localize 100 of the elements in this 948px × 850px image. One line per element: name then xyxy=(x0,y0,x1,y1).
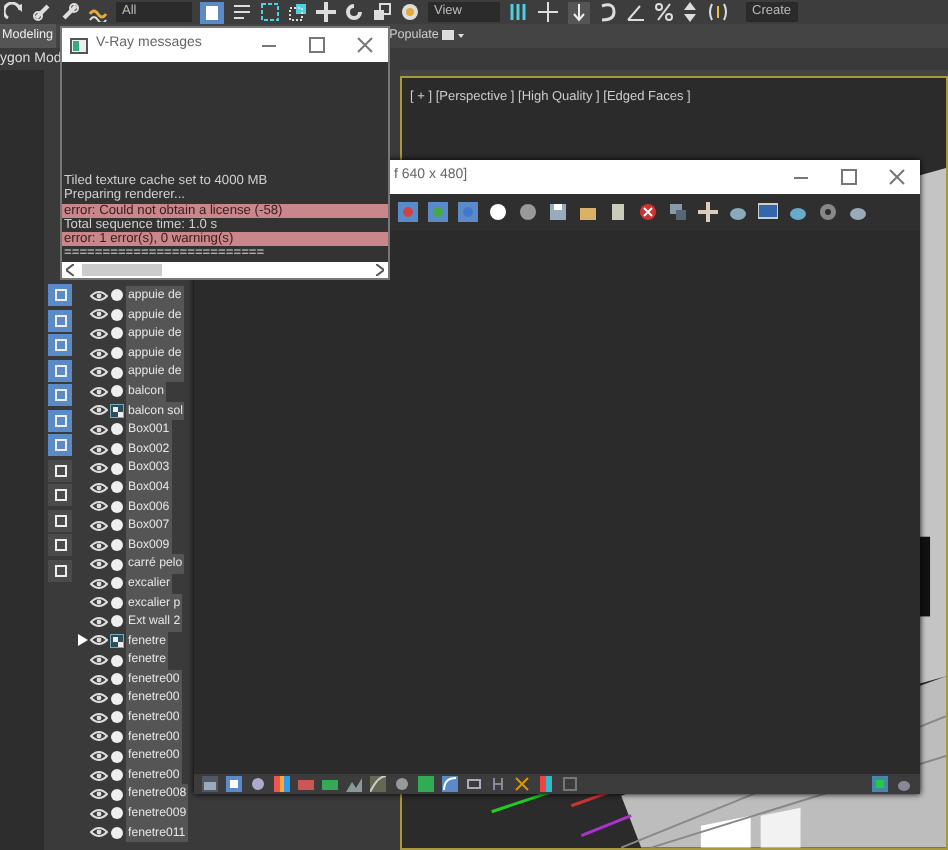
frame-icon[interactable] xyxy=(466,776,482,792)
eye-icon[interactable] xyxy=(90,826,108,839)
close-icon[interactable] xyxy=(887,168,905,186)
explorer-toggle-button[interactable] xyxy=(48,484,72,506)
explorer-toggle-button[interactable] xyxy=(48,559,72,581)
eye-icon[interactable] xyxy=(90,596,108,609)
eye-icon[interactable] xyxy=(90,769,108,782)
object-icon[interactable] xyxy=(110,825,124,840)
select-icon[interactable] xyxy=(200,1,224,23)
color-bar-icon[interactable] xyxy=(538,776,554,792)
object-icon[interactable] xyxy=(110,538,124,553)
eye-icon[interactable] xyxy=(90,634,108,647)
folder-icon[interactable] xyxy=(578,202,598,222)
eye-icon[interactable] xyxy=(90,462,108,475)
object-icon[interactable] xyxy=(110,787,124,802)
eye-icon[interactable] xyxy=(90,327,108,340)
group-icon[interactable] xyxy=(110,403,124,418)
region-icon[interactable] xyxy=(668,202,688,222)
explorer-toggle-button[interactable] xyxy=(48,509,72,531)
object-icon[interactable] xyxy=(110,326,124,341)
object-icon[interactable] xyxy=(110,749,124,764)
group-icon[interactable] xyxy=(110,633,124,648)
object-icon[interactable] xyxy=(110,307,124,322)
stop-icon[interactable] xyxy=(638,202,658,222)
color-bar-icon[interactable] xyxy=(274,776,290,792)
eye-icon[interactable] xyxy=(90,500,108,513)
object-icon[interactable] xyxy=(110,346,124,361)
eye-icon[interactable] xyxy=(90,347,108,360)
save-icon[interactable] xyxy=(548,202,568,222)
eye-icon[interactable] xyxy=(90,673,108,686)
object-icon[interactable] xyxy=(110,557,124,572)
eye-icon[interactable] xyxy=(90,385,108,398)
object-icon[interactable] xyxy=(110,710,124,725)
object-icon[interactable] xyxy=(110,442,124,457)
explorer-toggle-button[interactable] xyxy=(48,384,72,406)
snap-icon[interactable] xyxy=(568,1,590,23)
frame-icon[interactable] xyxy=(562,776,578,792)
object-icon[interactable] xyxy=(110,384,124,399)
maximize-icon[interactable] xyxy=(839,168,857,186)
object-icon[interactable] xyxy=(110,672,124,687)
eye-icon[interactable] xyxy=(90,615,108,628)
object-icon[interactable] xyxy=(110,729,124,744)
explorer-toggle-button[interactable] xyxy=(48,309,72,331)
explorer-toggle-button[interactable] xyxy=(48,409,72,431)
object-icon[interactable] xyxy=(110,806,124,821)
histogram-icon[interactable] xyxy=(346,776,362,792)
angle-snap-icon[interactable] xyxy=(626,2,646,22)
eye-icon[interactable] xyxy=(90,289,108,302)
object-icon[interactable] xyxy=(110,768,124,783)
explorer-toggle-button[interactable] xyxy=(48,334,72,356)
eye-icon[interactable] xyxy=(90,711,108,724)
object-icon[interactable] xyxy=(110,480,124,495)
eye-icon[interactable] xyxy=(90,750,108,763)
spinner-snap-icon[interactable] xyxy=(682,2,698,22)
eye-icon[interactable] xyxy=(90,577,108,590)
select-by-name-icon[interactable] xyxy=(232,2,252,22)
object-icon[interactable] xyxy=(110,518,124,533)
eye-icon[interactable] xyxy=(90,423,108,436)
explorer-toggle-button[interactable] xyxy=(48,359,72,381)
eye-icon[interactable] xyxy=(90,366,108,379)
move-icon[interactable] xyxy=(316,2,336,22)
object-icon[interactable] xyxy=(110,691,124,706)
eye-icon[interactable] xyxy=(90,558,108,571)
object-icon[interactable] xyxy=(110,288,124,303)
eye-icon[interactable] xyxy=(90,519,108,532)
eye-icon[interactable] xyxy=(90,308,108,321)
circle-icon[interactable] xyxy=(488,202,508,222)
explorer-toggle-button[interactable] xyxy=(48,534,72,556)
object-icon[interactable] xyxy=(110,595,124,610)
scale-icon[interactable] xyxy=(372,2,392,22)
redo-icon[interactable] xyxy=(4,2,24,22)
object-icon[interactable] xyxy=(110,499,124,514)
eye-icon[interactable] xyxy=(90,481,108,494)
percent-snap-icon[interactable] xyxy=(654,2,674,22)
explorer-toggle-button[interactable] xyxy=(48,284,72,306)
maximize-icon[interactable] xyxy=(307,36,325,54)
eye-icon[interactable] xyxy=(90,692,108,705)
object-icon[interactable] xyxy=(110,614,124,629)
dropdown-icon[interactable] xyxy=(440,28,465,44)
eye-icon[interactable] xyxy=(90,443,108,456)
region-select-icon[interactable] xyxy=(260,2,280,22)
eye-icon[interactable] xyxy=(90,539,108,552)
eye-icon[interactable] xyxy=(90,807,108,820)
close-icon[interactable] xyxy=(355,36,373,54)
rotate-icon[interactable] xyxy=(344,2,364,22)
object-icon[interactable] xyxy=(110,653,124,668)
explorer-toggle-button[interactable] xyxy=(48,459,72,481)
object-icon[interactable] xyxy=(110,365,124,380)
object-icon[interactable] xyxy=(110,422,124,437)
curve-icon[interactable] xyxy=(370,776,386,792)
eye-icon[interactable] xyxy=(90,788,108,801)
axis-icon[interactable] xyxy=(536,2,560,22)
object-icon[interactable] xyxy=(110,461,124,476)
window-select-icon[interactable] xyxy=(288,2,308,22)
eye-icon[interactable] xyxy=(90,404,108,417)
object-icon[interactable] xyxy=(110,576,124,591)
explorer-toggle-button[interactable] xyxy=(48,434,72,456)
horizontal-scrollbar[interactable] xyxy=(62,261,388,278)
eye-icon[interactable] xyxy=(90,730,108,743)
eye-icon[interactable] xyxy=(90,654,108,667)
